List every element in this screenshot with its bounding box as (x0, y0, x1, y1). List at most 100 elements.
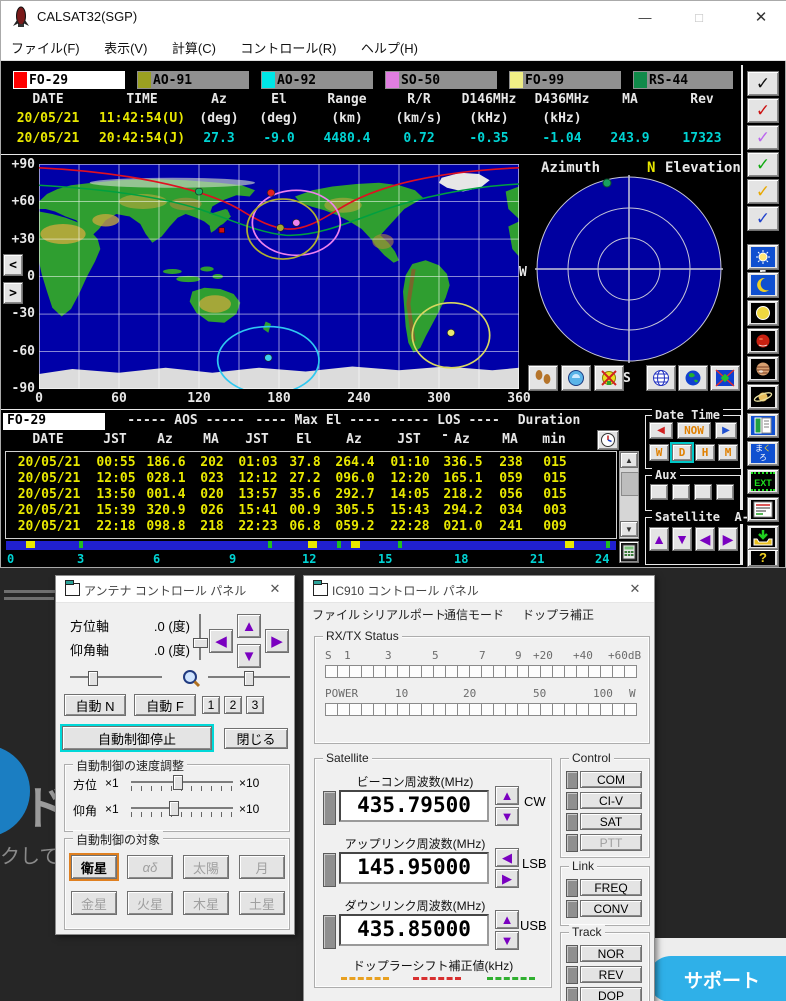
mars-button[interactable] (747, 328, 779, 354)
tab-fo29[interactable]: FO-29 (13, 71, 125, 89)
target-satellite-button[interactable]: 衛星 (69, 853, 119, 881)
target-jupiter-button[interactable]: 木星 (183, 891, 229, 915)
footprints-button[interactable] (528, 365, 558, 391)
aos-satellite-box[interactable]: FO-29 (3, 413, 105, 430)
aos-row[interactable]: 20/05/21 22:18 098.8 218 22:23 06.8 059.2 22:28… (6, 519, 616, 535)
menu-calc[interactable]: 計算(C) (162, 33, 226, 62)
dop-button[interactable]: DOP (580, 987, 642, 1001)
scroll-up-button[interactable]: ▲ (620, 452, 638, 468)
toggle-sat4-button[interactable]: ✓ (747, 152, 779, 177)
notes-button[interactable] (747, 497, 779, 522)
rotator-button[interactable] (561, 365, 591, 391)
jupiter-button[interactable] (747, 356, 779, 382)
preset-3-button[interactable]: 3 (246, 696, 264, 714)
az-fine-slider-track[interactable] (70, 676, 162, 678)
ext-button[interactable]: EXT (747, 469, 779, 494)
map-pan-right-button[interactable]: > (3, 282, 23, 304)
support-button[interactable]: サポート (648, 956, 786, 1001)
target-mars-button[interactable]: 火星 (127, 891, 173, 915)
sat-button[interactable]: SAT (580, 813, 642, 830)
world-map[interactable] (39, 164, 519, 389)
scroll-down-button[interactable]: ▼ (620, 521, 638, 537)
logbook-button[interactable] (747, 413, 779, 438)
import-button[interactable] (747, 525, 779, 550)
scroll-thumb[interactable] (621, 472, 639, 496)
beacon-frequency-field[interactable]: 435.79500 (339, 790, 489, 822)
target-venus-button[interactable]: 金星 (71, 891, 117, 915)
help-button[interactable]: ? (747, 549, 779, 567)
saturn-button[interactable] (747, 384, 779, 410)
uplink-left-button[interactable]: ◀ (495, 848, 519, 867)
satellite-up-button[interactable]: ▲ (649, 527, 669, 551)
toggle-sat6-button[interactable]: ✓ (747, 206, 779, 231)
close-button[interactable]: ✕ (739, 2, 783, 32)
tab-ao91[interactable]: AO-91 (137, 71, 249, 89)
auto-n-button[interactable]: 自動 N (64, 694, 126, 716)
ic910-menu-commmode[interactable]: 通信モード (444, 606, 504, 623)
uplink-right-button[interactable]: ▶ (495, 869, 519, 888)
speed-el-handle[interactable] (169, 801, 179, 816)
conv-button[interactable]: CONV (580, 900, 642, 917)
downlink-down-button[interactable]: ▼ (495, 931, 519, 950)
ptt-button[interactable]: PTT (580, 834, 642, 851)
aos-row[interactable]: 20/05/21 12:05 028.1 023 12:12 27.2 096.0 12:20… (6, 471, 616, 487)
moon-button[interactable] (747, 272, 779, 298)
aux-button-4[interactable] (716, 484, 734, 500)
preset-1-button[interactable]: 1 (202, 696, 220, 714)
speed-az-handle[interactable] (173, 775, 183, 790)
speed-el-track[interactable] (131, 807, 233, 809)
magnifier-icon[interactable] (180, 667, 202, 689)
time-forward-button[interactable]: ▶ (715, 422, 737, 439)
satellite-down-button[interactable]: ▼ (672, 527, 692, 551)
tab-ao92[interactable]: AO-92 (261, 71, 373, 89)
pass-timeline[interactable] (5, 540, 617, 551)
preset-2-button[interactable]: 2 (224, 696, 242, 714)
beacon-up-button[interactable]: ▲ (495, 786, 519, 805)
uplink-frequency-field[interactable]: 145.95000 (339, 852, 489, 884)
step-day-button[interactable]: D (670, 442, 694, 463)
time-now-button[interactable]: NOW (677, 422, 711, 439)
sun-button[interactable] (747, 244, 779, 270)
ic910-menu-serial[interactable]: シリアルポート (362, 606, 446, 623)
vertical-slider-track[interactable] (199, 614, 201, 660)
tab-fo99[interactable]: FO-99 (509, 71, 621, 89)
freq-button[interactable]: FREQ (580, 879, 642, 896)
macro-button[interactable]: まくろ (747, 441, 779, 466)
downlink-frequency-field[interactable]: 435.85000 (339, 914, 489, 946)
civ-button[interactable]: CI-V (580, 792, 642, 809)
tab-rs44[interactable]: RS-44 (633, 71, 733, 89)
el-fine-slider-handle[interactable] (244, 671, 254, 686)
menu-view[interactable]: 表示(V) (94, 33, 157, 62)
nor-button[interactable]: NOR (580, 945, 642, 962)
satellite-right-button[interactable]: ▶ (718, 527, 738, 551)
aos-row[interactable]: 20/05/21 13:50 001.4 020 13:57 35.6 292.7 14:05… (6, 487, 616, 503)
antenna-panel-titlebar[interactable]: アンテナ コントロール パネル ✕ (56, 576, 294, 603)
maximize-button[interactable]: □ (677, 2, 721, 32)
calculator-button[interactable] (619, 541, 639, 563)
ic910-menu-file[interactable]: ファイル (312, 606, 360, 623)
minimize-button[interactable]: — (623, 2, 667, 32)
downlink-up-button[interactable]: ▲ (495, 910, 519, 929)
aux-button-2[interactable] (672, 484, 690, 500)
step-week-button[interactable]: W (649, 444, 669, 461)
antenna-stop-button[interactable] (594, 365, 624, 391)
target-moon-button[interactable]: 月 (239, 855, 285, 879)
full-moon-button[interactable] (747, 300, 779, 326)
clock-button[interactable] (597, 430, 619, 450)
toggle-sat1-button[interactable]: ✓ (747, 71, 779, 96)
antenna-panel-close[interactable]: ✕ (262, 579, 288, 599)
menu-help[interactable]: ヘルプ(H) (351, 33, 428, 62)
toggle-sat2-button[interactable]: ✓ (747, 98, 779, 123)
rev-button[interactable]: REV (580, 966, 642, 983)
target-saturn-button[interactable]: 土星 (239, 891, 285, 915)
menu-control[interactable]: コントロール(R) (230, 33, 346, 62)
vertical-slider-handle[interactable] (193, 638, 208, 648)
tab-so50[interactable]: SO-50 (385, 71, 497, 89)
step-hour-button[interactable]: H (695, 444, 715, 461)
globe-view-button[interactable] (646, 365, 676, 391)
step-minute-button[interactable]: M (718, 444, 738, 461)
aux-button-1[interactable] (650, 484, 668, 500)
toggle-sat3-button[interactable]: ✓ (747, 125, 779, 150)
ic910-menu-doppler[interactable]: ドップラ補正 (522, 606, 594, 623)
antenna-down-button[interactable]: ▼ (237, 644, 261, 668)
